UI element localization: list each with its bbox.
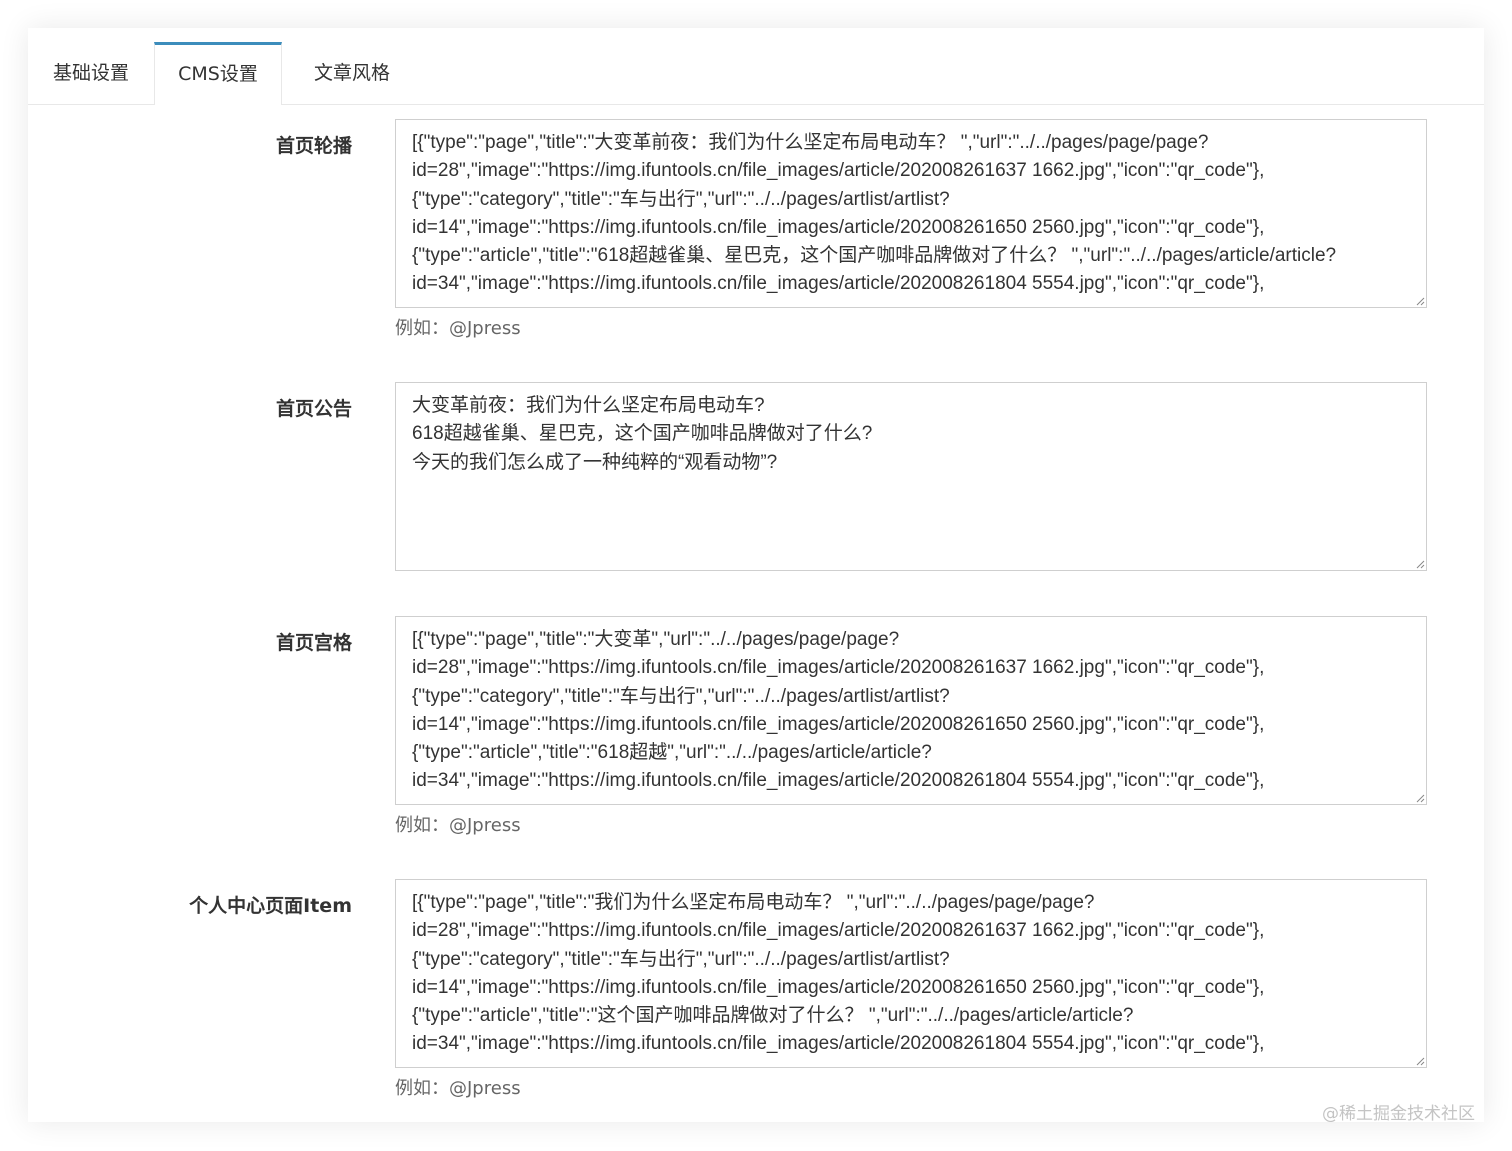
tab-article-style[interactable]: 文章风格 bbox=[282, 42, 422, 104]
profile-items-textarea[interactable]: [{"type":"page","title":"我们为什么坚定布局电动车？ "… bbox=[395, 879, 1427, 1068]
tab-bar: 基础设置 CMS设置 文章风格 bbox=[28, 28, 1484, 105]
home-notice-textarea[interactable]: 大变革前夜：我们为什么坚定布局电动车? 618超越雀巢、星巴克，这个国产咖啡品牌… bbox=[395, 382, 1427, 571]
textarea-content: 大变革前夜：我们为什么坚定布局电动车? 618超越雀巢、星巴克，这个国产咖啡品牌… bbox=[412, 395, 873, 473]
textarea-content: [{"type":"page","title":"我们为什么坚定布局电动车？ "… bbox=[412, 892, 1265, 1055]
home-grid-textarea[interactable]: [{"type":"page","title":"大变革","url":"../… bbox=[395, 616, 1427, 805]
field-label: 首页轮播 bbox=[275, 135, 352, 157]
tab-basic-settings[interactable]: 基础设置 bbox=[28, 42, 154, 104]
settings-card: 基础设置 CMS设置 文章风格 首页轮播 [{"type":"page","ti… bbox=[28, 28, 1484, 1122]
field-label: 个人中心页面Item bbox=[189, 895, 352, 917]
help-text: 例如：@Jpress bbox=[395, 1078, 521, 1099]
help-text: 例如：@Jpress bbox=[395, 318, 521, 339]
help-text: 例如：@Jpress bbox=[395, 815, 521, 836]
resize-handle-icon[interactable] bbox=[1415, 793, 1425, 803]
field-label: 首页宫格 bbox=[275, 632, 352, 654]
home-carousel-textarea[interactable]: [{"type":"page","title":"大变革前夜：我们为什么坚定布局… bbox=[395, 119, 1427, 308]
tab-cms-settings[interactable]: CMS设置 bbox=[154, 42, 282, 105]
field-label: 首页公告 bbox=[275, 398, 352, 420]
watermark: @稀土掘金技术社区 bbox=[1322, 1104, 1475, 1124]
resize-handle-icon[interactable] bbox=[1415, 296, 1425, 306]
resize-handle-icon[interactable] bbox=[1415, 1056, 1425, 1066]
textarea-content: [{"type":"page","title":"大变革","url":"../… bbox=[412, 629, 1265, 792]
textarea-content: [{"type":"page","title":"大变革前夜：我们为什么坚定布局… bbox=[412, 132, 1337, 295]
resize-handle-icon[interactable] bbox=[1415, 559, 1425, 569]
